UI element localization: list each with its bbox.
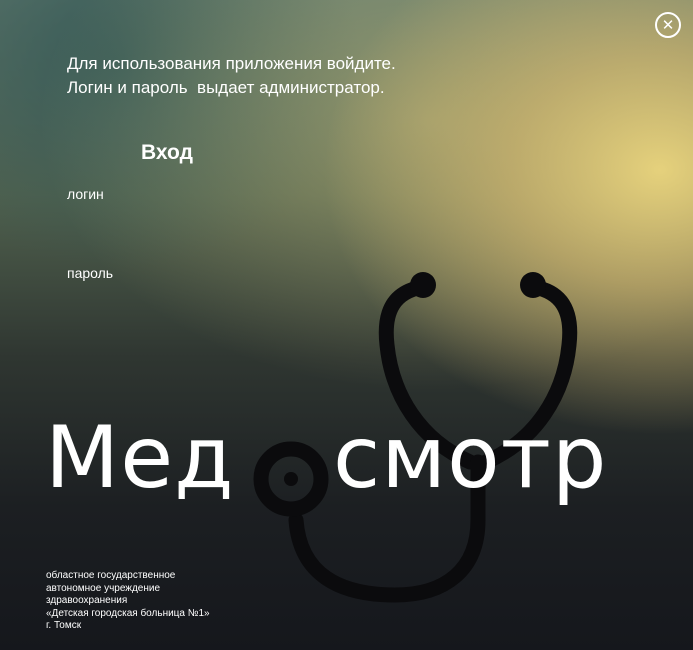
org-line-2: автономное учреждение: [46, 582, 161, 594]
stethoscope-icon: [253, 272, 578, 603]
org-line-3: здравоохранения: [46, 595, 128, 606]
org-line-5: г. Томск: [46, 620, 82, 631]
org-line-1: областное государственное: [46, 570, 176, 581]
logo-text-part1: Мед: [45, 408, 235, 508]
logo-text-part2: смотр: [333, 408, 608, 508]
org-line-4: «Детская городская больница №1»: [46, 607, 210, 619]
organization-info: областное государственное автономное учр…: [46, 570, 210, 633]
